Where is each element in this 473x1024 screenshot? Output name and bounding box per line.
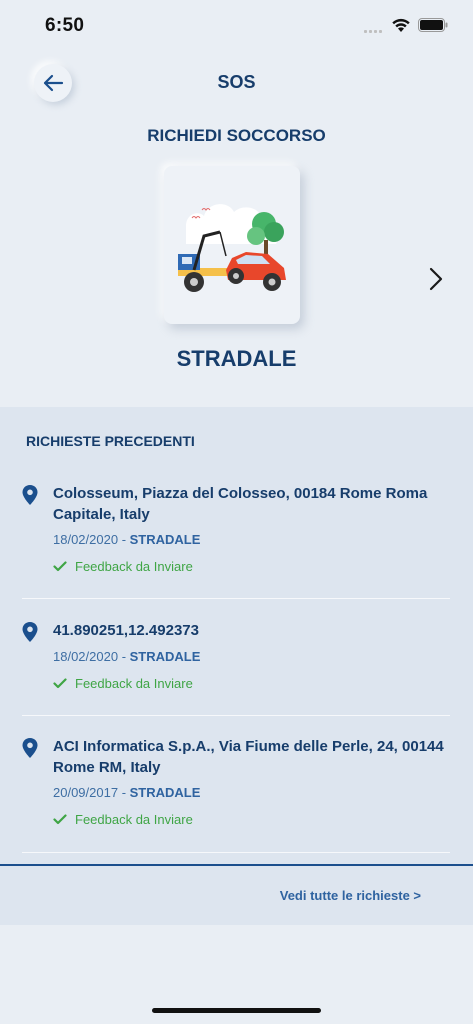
check-icon [53,561,67,572]
status-time: 6:50 [45,15,85,36]
check-icon [53,814,67,825]
page-title: SOS [217,72,256,92]
feedback-status[interactable]: Feedback da Inviare [53,559,193,574]
see-all-requests-link[interactable]: Vedi tutte le richieste > [280,888,421,903]
cellular-signal-icon [364,28,386,33]
request-meta: 20/09/2017 - STRADALE [53,785,200,800]
battery-icon [418,18,448,32]
request-type: STRADALE [129,649,201,664]
location-pin-icon [22,622,38,642]
request-address: 41.890251,12.492373 [53,622,199,639]
check-icon [53,678,67,689]
request-type: STRADALE [129,785,201,800]
history-title: RICHIESTE PRECEDENTI [26,433,195,449]
request-item[interactable]: ACI Informatica S.p.A., Via Fiume delle … [22,736,450,853]
previous-requests-panel: RICHIESTE PRECEDENTI Colosseum, Piazza d… [0,407,473,925]
request-type: STRADALE [129,532,201,547]
home-indicator[interactable] [152,1008,321,1013]
status-bar: 6:50 [0,0,473,50]
request-item[interactable]: 41.890251,12.492373 18/02/2020 - STRADAL… [22,620,450,716]
category-label: STRADALE [176,346,297,371]
request-date: 18/02/2020 [53,532,119,547]
chevron-right-icon[interactable] [426,266,446,292]
wifi-icon [392,18,410,32]
request-meta: 18/02/2020 - STRADALE [53,649,200,664]
meta-separator: - [118,785,130,800]
tow-truck-illustration-icon [178,204,286,292]
request-item[interactable]: Colosseum, Piazza del Colosseo, 00184 Ro… [22,483,450,599]
feedback-status[interactable]: Feedback da Inviare [53,676,193,691]
request-date: 18/02/2020 [53,649,119,664]
feedback-label: Feedback da Inviare [75,559,193,574]
feedback-status[interactable]: Feedback da Inviare [53,812,193,827]
location-pin-icon [22,738,38,758]
request-address: Colosseum, Piazza del Colosseo, 00184 Ro… [53,485,428,523]
location-pin-icon [22,485,38,505]
meta-separator: - [118,649,130,664]
section-title: RICHIEDI SOCCORSO [147,126,326,145]
meta-separator: - [118,532,130,547]
request-address: ACI Informatica S.p.A., Via Fiume delle … [53,738,444,776]
footer-divider [0,864,473,866]
category-card[interactable] [164,166,300,324]
feedback-label: Feedback da Inviare [75,676,193,691]
request-date: 20/09/2017 [53,785,119,800]
request-meta: 18/02/2020 - STRADALE [53,532,200,547]
feedback-label: Feedback da Inviare [75,812,193,827]
